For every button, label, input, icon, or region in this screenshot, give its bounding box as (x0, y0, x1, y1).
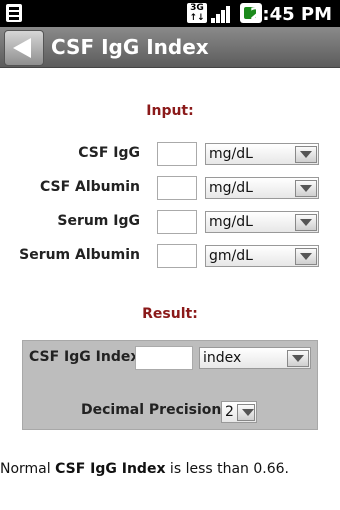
result-unit-select[interactable]: index (199, 347, 311, 369)
csf-albumin-unit-select[interactable]: mg/dL (205, 177, 319, 199)
title-bar: CSF IgG Index (0, 27, 340, 68)
note-prefix: Normal (0, 461, 56, 477)
decimal-precision-value: 2 (225, 404, 234, 420)
result-value-field[interactable] (135, 346, 193, 370)
serum-albumin-input[interactable] (157, 244, 197, 268)
serum-igg-input[interactable] (157, 210, 197, 234)
decimal-precision-label: Decimal Precision: (81, 402, 227, 418)
csf-igg-label: CSF IgG (78, 145, 140, 161)
input-section-title: Input: (146, 103, 194, 119)
back-arrow-icon (13, 38, 31, 58)
csf-albumin-unit-value: mg/dL (209, 180, 253, 196)
back-button[interactable] (4, 30, 44, 66)
note-bold: CSF IgG Index (55, 461, 166, 477)
chevron-down-icon (237, 404, 255, 421)
serum-albumin-label: Serum Albumin (19, 247, 140, 263)
serum-igg-unit-value: mg/dL (209, 214, 253, 230)
chevron-down-icon (295, 248, 317, 265)
chevron-down-icon (295, 180, 317, 197)
result-section-title: Result: (142, 306, 198, 322)
decimal-precision-select[interactable]: 2 (221, 401, 257, 423)
network-3g-icon: 3G ↑↓ (187, 3, 207, 23)
page-title: CSF IgG Index (51, 35, 209, 59)
csf-igg-unit-value: mg/dL (209, 146, 253, 162)
notification-icon (6, 4, 22, 22)
csf-albumin-input[interactable] (157, 176, 197, 200)
note-suffix: is less than 0.66. (165, 461, 289, 477)
chevron-down-icon (287, 350, 309, 367)
serum-igg-label: Serum IgG (57, 213, 140, 229)
csf-igg-unit-select[interactable]: mg/dL (205, 143, 319, 165)
csf-albumin-label: CSF Albumin (39, 179, 140, 195)
network-label: 3G (190, 3, 204, 13)
normal-range-note: Normal CSF IgG Index is less than 0.66. (0, 461, 289, 477)
result-panel: CSF IgG Index index Decimal Precision: 2 (22, 340, 318, 430)
chevron-down-icon (295, 146, 317, 163)
serum-igg-unit-select[interactable]: mg/dL (205, 211, 319, 233)
result-label: CSF IgG Index (29, 349, 140, 365)
chevron-down-icon (295, 214, 317, 231)
csf-igg-input[interactable] (157, 142, 197, 166)
serum-albumin-unit-select[interactable]: gm/dL (205, 245, 319, 267)
signal-strength-icon (211, 4, 235, 23)
result-unit-value: index (203, 350, 242, 366)
status-time: 2:45 PM (249, 4, 332, 25)
serum-albumin-unit-value: gm/dL (209, 248, 253, 264)
status-bar: 3G ↑↓ 2:45 PM (0, 0, 340, 27)
